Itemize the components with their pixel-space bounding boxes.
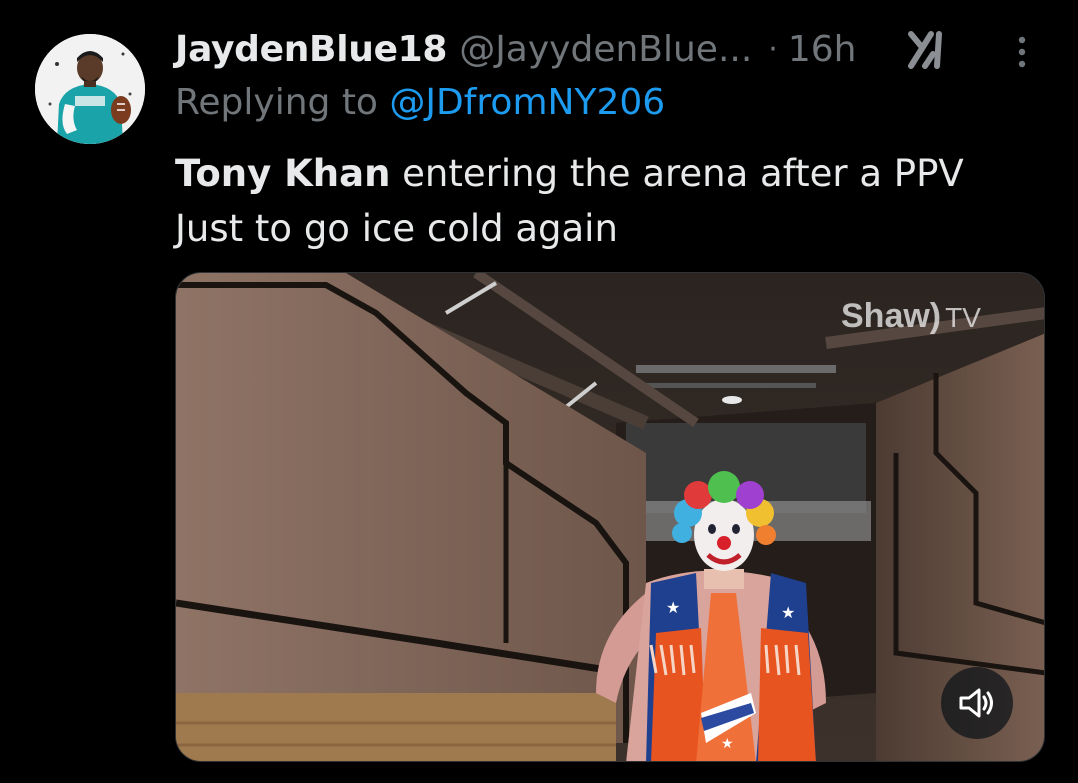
avatar[interactable]: [35, 34, 145, 144]
svg-text:★: ★: [781, 603, 795, 622]
timestamp[interactable]: 16h: [788, 29, 857, 70]
tweet-text-line-2: Just to go ice cold again: [175, 207, 618, 250]
avatar-image: [35, 34, 145, 144]
replying-prefix: Replying to: [175, 82, 390, 123]
display-name[interactable]: JaydenBlue18: [175, 29, 447, 70]
watermark-brand: Shaw): [841, 297, 942, 335]
watermark-suffix: TV: [945, 302, 981, 333]
tweet-text: Tony Khan entering the arena after a PPV…: [175, 146, 964, 256]
video-watermark: Shaw) TV: [841, 297, 981, 336]
replying-handle-link[interactable]: @JDfromNY206: [389, 82, 665, 123]
grok-icon[interactable]: [907, 30, 953, 70]
separator-dot: ·: [768, 31, 778, 67]
user-handle[interactable]: @JayydenBlue...: [459, 29, 752, 70]
svg-text:★: ★: [666, 598, 680, 617]
more-options-icon[interactable]: [1010, 32, 1034, 72]
video-frame: ★ ★ ★: [176, 273, 1044, 761]
tweet-text-line-1: Tony Khan entering the arena after a PPV: [175, 146, 964, 201]
mute-toggle-button[interactable]: [941, 667, 1013, 739]
tweet-text-line-1-rest: entering the arena after a PPV: [390, 152, 964, 195]
video-player[interactable]: ★ ★ ★ Shaw) TV: [175, 272, 1045, 762]
replying-to: Replying to @JDfromNY206: [175, 82, 665, 123]
tweet-text-bold: Tony Khan: [175, 152, 391, 195]
svg-text:★: ★: [721, 736, 734, 752]
speaker-muted-icon: [959, 688, 993, 718]
tweet-header: JaydenBlue18 @JayydenBlue... · 16h: [175, 24, 856, 74]
